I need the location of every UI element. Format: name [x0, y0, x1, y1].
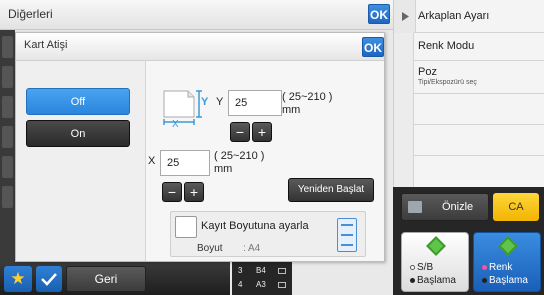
register-size-checkbox[interactable] — [175, 216, 197, 238]
restart-button[interactable]: Yeniden Başlat — [288, 178, 374, 202]
dialog-header: Kart Atişi OK — [16, 33, 384, 61]
right-item-label: Poz — [418, 66, 437, 78]
left-side-strip — [0, 30, 15, 270]
on-button[interactable]: On — [26, 120, 130, 147]
tray-size: B4 — [256, 266, 266, 275]
color-start-label-2: Başlama — [489, 275, 528, 286]
right-item-color-mode[interactable]: Renk Modu — [414, 33, 544, 61]
bw-start-label-2: Başlama — [417, 275, 456, 286]
tray-row: 4 A3 — [236, 278, 288, 292]
panel-left-margin — [394, 33, 414, 187]
paper-tray-status[interactable]: 3 B4 4 A3 — [232, 262, 292, 295]
base-title-bar: Diğerleri OK — [0, 0, 393, 30]
tray-row: 3 B4 — [236, 264, 288, 278]
right-item-empty — [414, 125, 544, 156]
color-start-button[interactable]: Renk Başlama — [473, 232, 541, 292]
side-tab[interactable] — [2, 96, 13, 118]
x-range-label: ( 25~210 ) — [214, 150, 265, 162]
base-title: Diğerleri — [8, 7, 53, 21]
x-value-input[interactable]: 25 — [160, 150, 210, 176]
bw-start-line2: Başlama — [410, 275, 456, 286]
right-item-exposure[interactable]: Poz Tipi/Ekspozürü seç — [414, 61, 544, 94]
dialog-title: Kart Atişi — [24, 39, 68, 51]
preview-label: Önizle — [442, 201, 474, 213]
x-unit-label: mm — [214, 163, 233, 175]
preview-button[interactable]: Önizle — [401, 193, 489, 221]
start-row: S/B Başlama Renk Başlama — [393, 227, 544, 295]
icon-stripe — [341, 234, 353, 236]
triangle-right-icon — [402, 12, 409, 21]
y-axis-label: Y — [216, 96, 224, 108]
icon-y-label: Y — [201, 96, 209, 108]
side-tab[interactable] — [2, 156, 13, 178]
y-increase-button[interactable]: + — [252, 122, 272, 142]
color-start-line2: Başlama — [482, 275, 528, 286]
register-size-icon[interactable] — [337, 218, 357, 252]
register-size-box: Kayıt Boyutuna ayarla Boyut : A4 — [170, 211, 366, 257]
size-label: Boyut — [197, 243, 223, 254]
right-item-label: Renk Modu — [418, 40, 475, 52]
tray-number: 4 — [238, 280, 243, 289]
x-decrease-button[interactable]: − — [162, 182, 182, 202]
favorite-star-button[interactable]: ★ — [4, 266, 32, 292]
clear-all-button[interactable]: CA — [493, 193, 539, 221]
right-item-sublabel: Tipi/Ekspozürü seç — [418, 79, 477, 86]
start-diamond-icon — [426, 236, 446, 256]
dialog-ok-button[interactable]: OK — [362, 37, 384, 57]
tray-number: 3 — [238, 266, 243, 275]
off-button[interactable]: Off — [26, 88, 130, 115]
color-start-line1: Renk — [482, 262, 512, 273]
base-ok-button[interactable]: OK — [368, 4, 390, 24]
expand-panel-button[interactable] — [394, 0, 416, 33]
back-button[interactable]: Geri — [66, 266, 146, 292]
right-item-label: Arkaplan Ayarı — [418, 10, 490, 22]
icon-stripe — [341, 244, 353, 246]
side-tab[interactable] — [2, 66, 13, 88]
side-tab[interactable] — [2, 126, 13, 148]
star-icon: ★ — [10, 269, 26, 288]
icon-stripe — [341, 224, 353, 226]
x-increase-button[interactable]: + — [184, 182, 204, 202]
preview-icon — [408, 201, 422, 213]
bw-start-button[interactable]: S/B Başlama — [401, 232, 469, 292]
y-decrease-button[interactable]: − — [230, 122, 250, 142]
x-axis-label: X — [148, 155, 156, 167]
checkmark-icon — [41, 273, 57, 286]
bottom-bar: ★ Geri — [0, 262, 230, 295]
start-diamond-icon — [498, 236, 518, 256]
card-size-icon — [163, 90, 202, 125]
side-tab[interactable] — [2, 186, 13, 208]
y-value-input[interactable]: 25 — [228, 90, 282, 116]
y-unit-label: mm — [282, 104, 301, 116]
bw-start-label: S/B — [417, 262, 434, 273]
side-tab[interactable] — [2, 36, 13, 58]
preview-row: Önizle CA — [393, 187, 544, 227]
right-item-empty — [414, 94, 544, 125]
tray-level-icon — [278, 268, 286, 274]
size-value: : A4 — [243, 243, 261, 254]
bw-start-line1: S/B — [410, 262, 433, 273]
register-size-label: Kayıt Boyutuna ayarla — [201, 220, 309, 232]
right-item-background[interactable]: Arkaplan Ayarı — [414, 0, 544, 33]
check-button[interactable] — [36, 266, 62, 292]
icon-x-label: X — [172, 119, 179, 130]
card-shot-dialog: Kart Atişi OK Off On Y X Y 25 ( 25~210 )… — [15, 32, 385, 262]
y-range-label: ( 25~210 ) — [282, 91, 333, 103]
color-start-label: Renk — [489, 262, 513, 273]
right-settings-panel: Arkaplan Ayarı Renk Modu Poz Tipi/Ekspoz… — [393, 0, 544, 187]
tray-size: A3 — [256, 280, 266, 289]
tray-level-icon — [278, 282, 286, 288]
